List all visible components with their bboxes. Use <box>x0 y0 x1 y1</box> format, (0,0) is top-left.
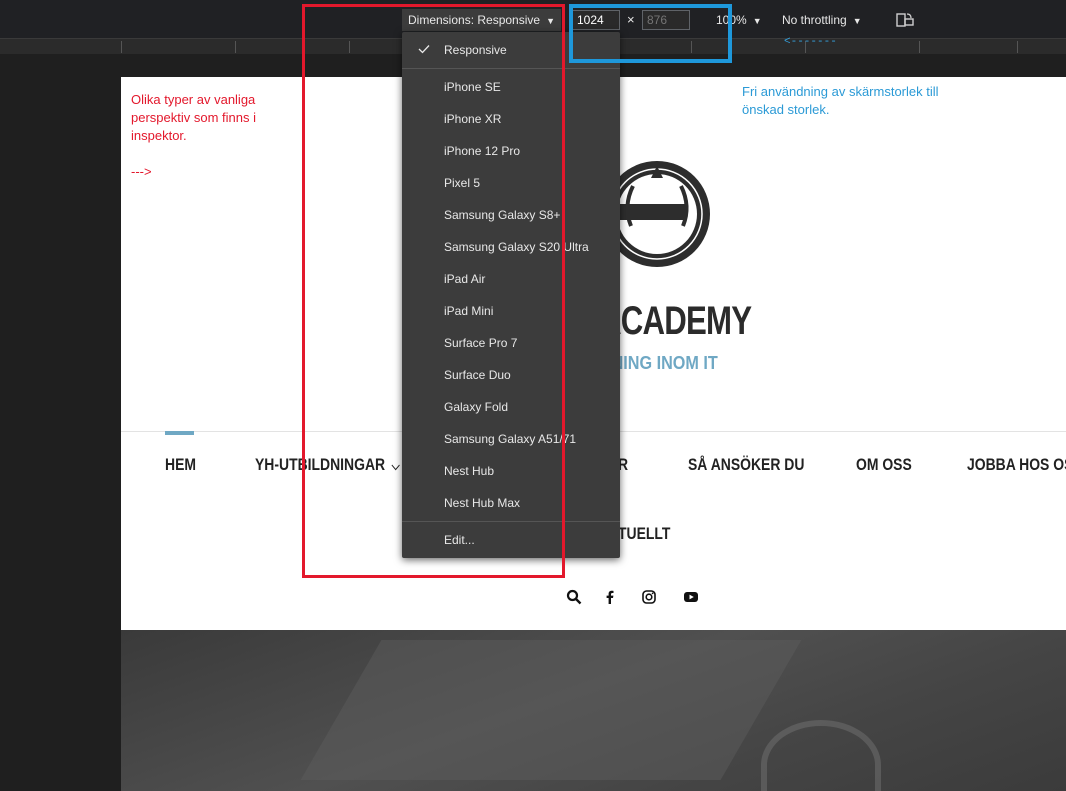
zoom-label: 100% <box>716 13 747 27</box>
nav-item-label: YH-UTBILDNINGAR <box>255 455 386 474</box>
chevron-down-icon: ⌵ <box>391 458 400 473</box>
instagram-icon[interactable] <box>641 589 657 605</box>
device-option[interactable]: iPad Mini <box>402 295 620 327</box>
device-option[interactable]: Samsung Galaxy A51/71 <box>402 423 620 455</box>
device-option[interactable]: iPhone SE <box>402 71 620 103</box>
dimensions-label: Dimensions: Responsive <box>408 13 541 27</box>
device-option[interactable]: iPhone XR <box>402 103 620 135</box>
red-arrow-annotation: ---> <box>131 164 152 179</box>
device-option[interactable]: Nest Hub Max <box>402 487 620 519</box>
device-dropdown-menu: Responsive iPhone SE iPhone XR iPhone 12… <box>402 32 620 558</box>
menu-divider <box>402 521 620 522</box>
caret-down-icon: ▼ <box>852 16 862 26</box>
dimensions-dropdown-button[interactable]: Dimensions: Responsive ▼ <box>402 9 561 31</box>
width-input[interactable] <box>572 10 620 30</box>
hero-image <box>121 630 1066 791</box>
device-option[interactable]: Surface Pro 7 <box>402 327 620 359</box>
throttling-dropdown[interactable]: No throttling ▼ <box>782 13 862 27</box>
menu-divider <box>402 68 620 69</box>
blue-annotation-text: Fri användning av skärmstorlek till önsk… <box>742 84 939 117</box>
nav-item-hem[interactable]: HEM <box>165 455 196 475</box>
device-option[interactable]: Pixel 5 <box>402 167 620 199</box>
red-annotation: Olika typer av vanliga perspektiv som fi… <box>131 91 291 181</box>
edit-devices-option[interactable]: Edit... <box>402 524 620 556</box>
device-option[interactable]: iPad Air <box>402 263 620 295</box>
device-option[interactable]: Samsung Galaxy S8+ <box>402 199 620 231</box>
device-option[interactable]: Samsung Galaxy S20 Ultra <box>402 231 620 263</box>
nav-active-indicator <box>165 431 194 435</box>
device-option[interactable]: iPhone 12 Pro <box>402 135 620 167</box>
nav-item-jobba-hos-oss[interactable]: JOBBA HOS OSS <box>967 455 1066 475</box>
throttling-label: No throttling <box>782 13 847 27</box>
device-option-responsive[interactable]: Responsive <box>402 34 620 66</box>
times-icon: × <box>627 12 635 27</box>
search-icon[interactable] <box>566 589 582 605</box>
caret-down-icon: ▼ <box>546 16 555 26</box>
device-option[interactable]: Nest Hub <box>402 455 620 487</box>
red-annotation-text: Olika typer av vanliga perspektiv som fi… <box>131 92 256 143</box>
check-icon <box>418 45 430 54</box>
blue-arrow-annotation: <------- <box>784 36 837 48</box>
rotate-icon[interactable] <box>896 12 914 28</box>
brand-title: ACADEMY <box>599 299 752 343</box>
nav-item-om-oss[interactable]: OM OSS <box>856 455 912 475</box>
height-input[interactable] <box>642 10 690 30</box>
nav-item-yh-utbildningar[interactable]: YH-UTBILDNINGAR ⌵ <box>255 455 400 475</box>
facebook-icon[interactable] <box>602 589 618 605</box>
nav-item-aktuellt[interactable]: TUELLT <box>618 524 670 544</box>
zoom-dropdown[interactable]: 100% ▼ <box>716 13 762 27</box>
device-option-label: Responsive <box>444 43 507 57</box>
caret-down-icon: ▼ <box>752 16 762 26</box>
nav-item-sa-ansoker-du[interactable]: SÅ ANSÖKER DU <box>688 455 804 475</box>
device-option[interactable]: Galaxy Fold <box>402 391 620 423</box>
device-option[interactable]: Surface Duo <box>402 359 620 391</box>
youtube-icon[interactable] <box>683 589 699 605</box>
